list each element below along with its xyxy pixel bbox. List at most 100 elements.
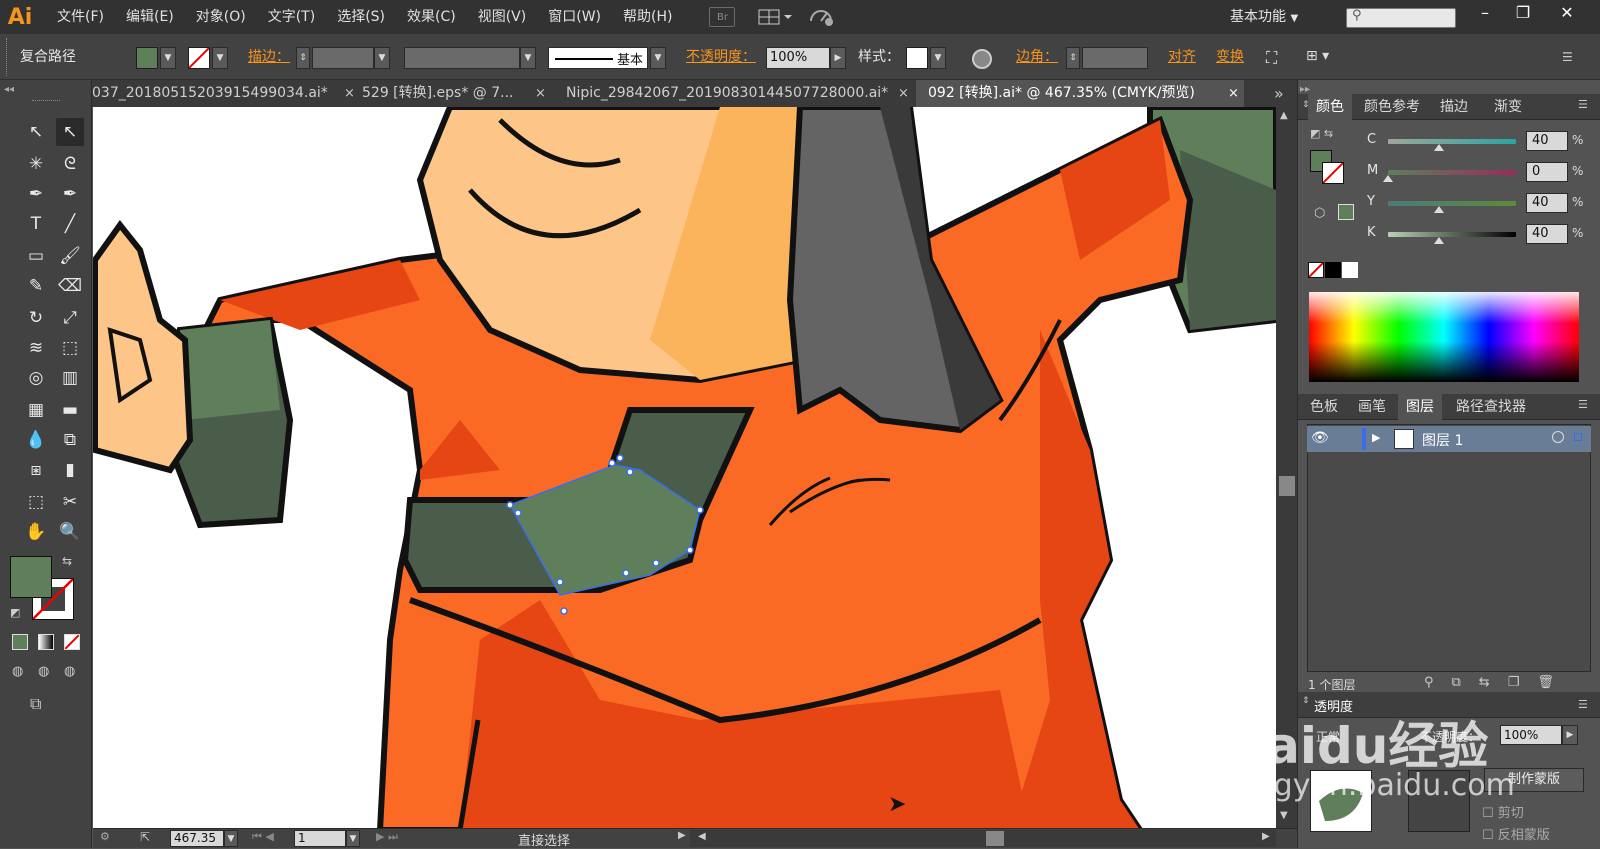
black-color-swatch[interactable]	[1325, 262, 1341, 278]
menu-view[interactable]: 视图(V)	[467, 0, 538, 34]
panel-menu-icon[interactable]: ☰	[1578, 698, 1588, 711]
tab-close-icon[interactable]: ×	[535, 80, 546, 107]
magic-wand-tool-icon[interactable]: ✳	[22, 150, 50, 178]
transparency-opacity-field[interactable]: 100%	[1500, 725, 1562, 745]
panel-menu-icon[interactable]: ☰	[1562, 50, 1573, 64]
visibility-eye-icon[interactable]: 👁	[1311, 430, 1329, 446]
scroll-down-icon[interactable]: ▼	[1280, 810, 1288, 821]
tab-layers[interactable]: 图层	[1398, 394, 1442, 420]
cmyk-value-m[interactable]: 0	[1526, 162, 1568, 182]
fill-dropdown[interactable]: ▼	[160, 47, 176, 69]
slider-thumb[interactable]	[1434, 144, 1445, 151]
cmyk-value-c[interactable]: 40	[1526, 131, 1568, 151]
recolor-artwork-icon[interactable]	[972, 49, 992, 69]
tab-close-icon[interactable]: ×	[898, 80, 909, 107]
distribute-icon[interactable]: ⊞ ▾	[1306, 48, 1340, 68]
fill-swatch[interactable]	[136, 47, 158, 69]
share-icon[interactable]: ⇱	[140, 830, 150, 844]
toolbar-fill-swatch[interactable]	[10, 556, 52, 598]
color-stroke-swatch[interactable]	[1322, 162, 1344, 184]
color-mode-icon[interactable]	[12, 634, 28, 650]
panel-menu-icon[interactable]: ☰	[1578, 98, 1588, 111]
tab-color[interactable]: 颜色	[1308, 94, 1352, 120]
menu-window[interactable]: 窗口(W)	[537, 0, 612, 34]
arrange-documents-icon[interactable]	[757, 7, 797, 27]
none-color-swatch[interactable]	[1308, 262, 1324, 278]
artboard-field[interactable]: 1	[294, 830, 346, 847]
cmyk-slider-k[interactable]	[1388, 232, 1516, 237]
gradient-mode-icon[interactable]	[38, 634, 54, 650]
gradient-tool-icon[interactable]: ▬	[56, 396, 84, 424]
tab-close-icon[interactable]: ×	[344, 80, 355, 107]
curvature-tool-icon[interactable]: ✒	[56, 180, 84, 208]
stroke-none-swatch[interactable]	[188, 47, 210, 69]
tab-doc-529[interactable]: 529 [转换].eps* @ 7...	[362, 80, 520, 107]
style-dropdown[interactable]: ▼	[930, 47, 946, 69]
slider-thumb[interactable]	[1434, 206, 1445, 213]
tab-doc-nipic[interactable]: Nipic_29842067_20190830144507728000.ai*	[566, 80, 906, 107]
color-spectrum[interactable]	[1309, 292, 1579, 382]
stroke-weight-field[interactable]	[312, 47, 374, 69]
tab-brushes[interactable]: 画笔	[1350, 394, 1394, 420]
profile-dropdown[interactable]: ▼	[520, 47, 536, 69]
first-artboard-icon[interactable]: ⏮ ◀	[252, 830, 274, 844]
selection-tool-icon[interactable]: ↖	[22, 118, 50, 146]
width-tool-icon[interactable]: ≋	[22, 334, 50, 362]
opacity-label[interactable]: 不透明度：	[686, 46, 756, 66]
cmyk-value-y[interactable]: 40	[1526, 193, 1568, 213]
direct-selection-tool-icon[interactable]: ↖	[56, 118, 84, 146]
horizontal-scrollbar[interactable]	[690, 830, 1276, 847]
stroke-weight-stepper[interactable]: ⇕	[296, 47, 310, 69]
target-icon[interactable]	[1552, 431, 1564, 443]
collapse-icon[interactable]: ◂◂	[4, 84, 14, 95]
slice-tool-icon[interactable]: ✂	[56, 488, 84, 516]
cmyk-slider-y[interactable]	[1388, 201, 1516, 206]
tabs-overflow-icon[interactable]: »	[1274, 80, 1284, 107]
tab-pathfinder[interactable]: 路径查找器	[1448, 394, 1534, 420]
screen-mode-icon[interactable]: ⧉	[30, 694, 41, 714]
out-of-gamut-icon[interactable]: ⬡	[1314, 206, 1325, 221]
cmyk-value-k[interactable]: 40	[1526, 224, 1568, 244]
rectangle-tool-icon[interactable]: ▭	[22, 242, 50, 270]
clip-checkbox[interactable]: ☐ 剪切	[1482, 802, 1524, 821]
artboard-dropdown[interactable]: ▼	[346, 830, 360, 847]
toolbar-grip[interactable]	[32, 100, 60, 103]
line-tool-icon[interactable]: ╱	[56, 210, 84, 238]
panel-menu-icon[interactable]: ☰	[1578, 398, 1588, 411]
corner-stepper[interactable]: ⇕	[1066, 47, 1080, 69]
tab-doc-092[interactable]: 092 [转换].ai* @ 467.35% (CMYK/预览)	[916, 80, 1244, 107]
brush-dropdown[interactable]: ▼	[650, 47, 666, 69]
view-mode-icon[interactable]: ⚙	[100, 830, 110, 843]
variable-width-profile[interactable]	[404, 47, 520, 69]
tab-doc-037[interactable]: 037_20180515203915499034.ai*	[92, 80, 346, 107]
white-color-swatch[interactable]	[1342, 262, 1358, 278]
tab-swatches[interactable]: 色板	[1302, 394, 1346, 420]
selection-indicator[interactable]	[1574, 433, 1582, 441]
tab-gradient[interactable]: 渐变	[1486, 94, 1530, 120]
hand-tool-icon[interactable]: ✋	[22, 518, 50, 546]
transparency-opacity-arrow[interactable]: ▶	[1562, 725, 1578, 745]
opacity-field[interactable]: 100%	[766, 47, 830, 69]
eraser-tool-icon[interactable]: ⌫	[56, 272, 84, 300]
stroke-label[interactable]: 描边：	[248, 46, 290, 66]
align-link[interactable]: 对齐	[1168, 46, 1196, 66]
menu-help[interactable]: 帮助(H)	[612, 0, 683, 34]
expand-layer-icon[interactable]: ▶	[1372, 431, 1380, 444]
slider-thumb[interactable]	[1434, 237, 1445, 244]
zoom-field[interactable]: 467.35	[170, 830, 224, 847]
rotate-tool-icon[interactable]: ↻	[22, 304, 50, 332]
artboard-tool-icon[interactable]: ⬚	[22, 488, 50, 516]
next-artboard-icon[interactable]: ▶ ⏭	[376, 830, 398, 844]
default-fill-stroke-icon[interactable]: ◩	[10, 606, 20, 619]
default-colors-icon[interactable]: ◩ ⇆	[1310, 127, 1333, 140]
close-window-button[interactable]: ✕	[1548, 0, 1586, 24]
layer-name[interactable]: 图层 1	[1422, 430, 1463, 450]
menu-effect[interactable]: 效果(C)	[396, 0, 467, 34]
grip-handle[interactable]	[6, 38, 9, 76]
cmyk-slider-m[interactable]	[1388, 170, 1516, 175]
mesh-tool-icon[interactable]: ▦	[22, 396, 50, 424]
paintbrush-tool-icon[interactable]: 🖌	[56, 242, 84, 270]
scroll-up-icon[interactable]: ▲	[1280, 110, 1288, 121]
gpu-performance-icon[interactable]	[807, 7, 837, 27]
draw-behind-icon[interactable]: ◍	[38, 664, 49, 679]
